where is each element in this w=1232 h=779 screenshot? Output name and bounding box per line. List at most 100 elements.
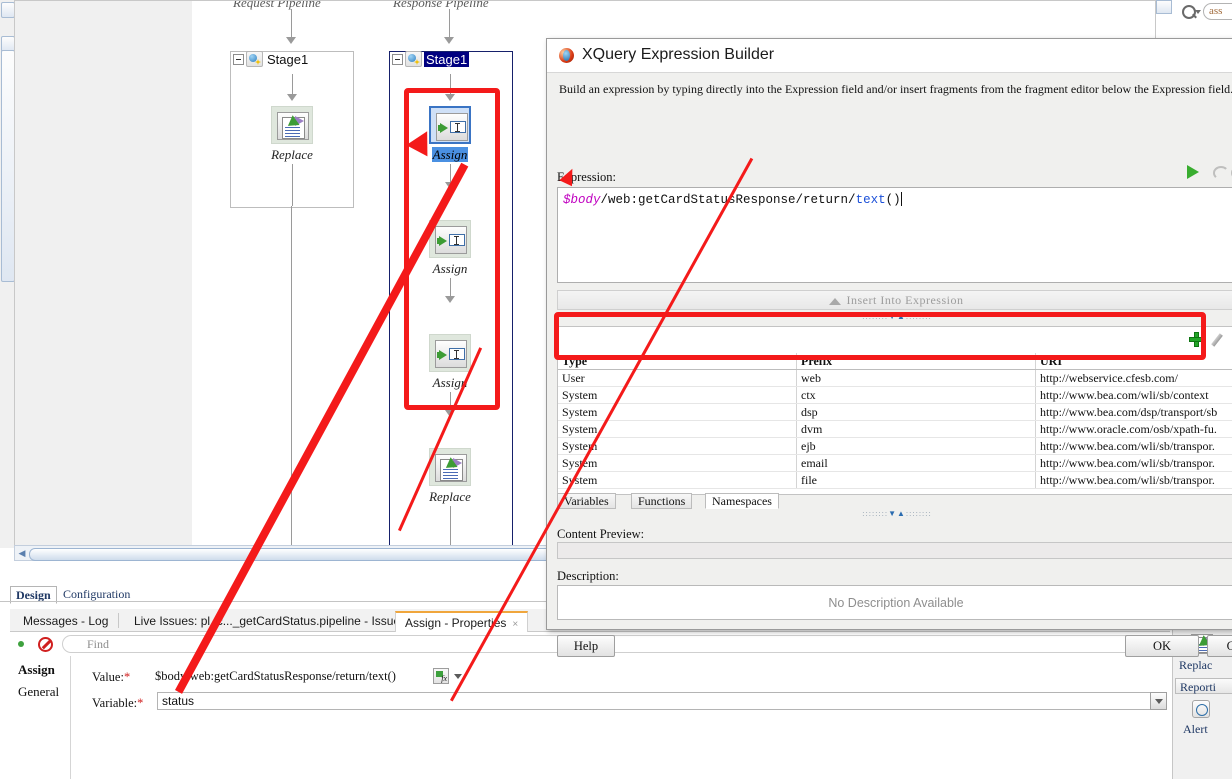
cell-prefix: ctx <box>796 386 1036 404</box>
alert-clock-icon[interactable] <box>1192 700 1210 718</box>
global-search[interactable]: ass <box>1180 2 1232 22</box>
no-entry-icon[interactable] <box>38 637 53 652</box>
cell-uri: http://www.oracle.com/osb/xpath-fu. <box>1035 420 1232 438</box>
response-connector-bottom <box>450 506 451 546</box>
chevron-up-icon <box>828 298 841 305</box>
request-pipeline-title: Request Pipeline <box>233 0 321 10</box>
cell-prefix: dsp <box>796 403 1036 421</box>
collapse-icon[interactable] <box>233 53 244 65</box>
cell-prefix: dvm <box>796 420 1036 438</box>
variable-dropdown-button[interactable] <box>1150 692 1167 710</box>
insert-into-expression-button[interactable]: Insert Into Expression <box>557 290 1232 310</box>
tab-namespaces[interactable]: Namespaces <box>705 493 779 509</box>
global-search-input[interactable]: ass <box>1203 3 1232 20</box>
expression-variable-token: $body <box>563 193 601 207</box>
stage-icon <box>405 51 422 67</box>
response-connector-top <box>449 9 450 39</box>
editor-vertical-scroll-up-button[interactable] <box>1156 0 1172 14</box>
variable-label: Variable:* <box>92 696 144 710</box>
expression-function-token: text <box>855 193 886 207</box>
table-row[interactable]: System email http://www.bea.com/wli/sb/t… <box>558 454 1232 472</box>
request-stage-connector-bottom <box>292 164 293 206</box>
table-row[interactable]: System dvm http://www.oracle.com/osb/xpa… <box>558 420 1232 438</box>
undo-icon[interactable] <box>1212 164 1229 180</box>
table-row[interactable]: System ctx http://www.bea.com/wli/sb/con… <box>558 386 1232 404</box>
content-preview-label: Content Preview: <box>557 527 645 541</box>
tab-live-issues[interactable]: Live Issues: pl_c..._getCardStatus.pipel… <box>125 611 415 631</box>
palette-section-reporting[interactable]: Reporti <box>1175 678 1232 694</box>
table-row[interactable]: System dsp http://www.bea.com/dsp/transp… <box>558 403 1232 421</box>
tab-functions[interactable]: Functions <box>631 493 693 509</box>
chevron-down-icon <box>1155 699 1163 704</box>
request-pipeline-line <box>291 206 292 546</box>
response-node-replace[interactable]: Replace <box>429 448 471 504</box>
help-button[interactable]: Help <box>557 635 615 657</box>
table-row[interactable]: System file http://www.bea.com/wli/sb/tr… <box>558 471 1232 489</box>
run-icon[interactable] <box>1187 165 1199 179</box>
expression-input[interactable]: $body/web:getCardStatusResponse/return/t… <box>557 187 1232 283</box>
namespace-table: Type Prefix URI User web http://webservi… <box>558 353 1232 489</box>
side-item-assign[interactable]: Assign <box>18 662 55 678</box>
gutter-button-top[interactable] <box>1 2 15 18</box>
request-node-replace[interactable]: Replace <box>271 106 313 162</box>
cell-uri: http://www.bea.com/wli/sb/transpor. <box>1035 454 1232 472</box>
request-node-label: Replace <box>271 147 313 162</box>
tab-assign-properties[interactable]: Assign - Properties × <box>395 611 529 634</box>
pencil-icon[interactable] <box>1212 332 1228 347</box>
description-field: No Description Available <box>557 585 1232 620</box>
cancel-button[interactable]: Cancel <box>1207 635 1232 657</box>
table-row[interactable]: User web http://webservice.cfesb.com/ <box>558 369 1232 387</box>
description-label: Description: <box>557 569 619 583</box>
gutter-scroll-thumb[interactable] <box>1 50 15 282</box>
dialog-title-bar: XQuery Expression Builder <box>547 39 1232 73</box>
splitter-handle-bottom[interactable]: ::::::::▼▲:::::::: <box>837 509 957 519</box>
tab-messages-log[interactable]: Messages - Log <box>14 611 117 631</box>
tab-separator <box>118 613 119 628</box>
collapse-icon[interactable] <box>392 53 403 65</box>
search-icon <box>1182 5 1196 19</box>
cell-uri: http://www.bea.com/wli/sb/context <box>1035 386 1232 404</box>
request-stage-label: Stage1 <box>267 51 309 67</box>
value-label: Value:* <box>92 670 131 684</box>
cell-type: System <box>558 386 797 404</box>
insert-into-expression-label: Insert Into Expression <box>846 293 964 307</box>
request-stage-connector <box>292 74 293 96</box>
cell-type: System <box>558 454 797 472</box>
editor-left-gutter <box>0 0 15 548</box>
cell-type: System <box>558 471 797 489</box>
cell-uri: http://www.bea.com/wli/sb/transpor. <box>1035 437 1232 455</box>
cell-uri: http://www.bea.com/wli/sb/transpor. <box>1035 471 1232 489</box>
cell-prefix: file <box>796 471 1036 489</box>
request-connector-top <box>291 9 292 39</box>
text-caret <box>900 192 902 206</box>
expression-toolbar <box>557 161 1232 183</box>
palette-item-alert-label: Alert <box>1183 722 1208 736</box>
ok-button[interactable]: OK <box>1125 635 1199 657</box>
expression-builder-icon[interactable]: fx <box>433 668 449 684</box>
response-pipeline-title: Response Pipeline <box>393 0 489 10</box>
cell-prefix: email <box>796 454 1036 472</box>
request-stage-arrow <box>287 94 297 101</box>
cell-uri: http://webservice.cfesb.com/ <box>1035 369 1232 387</box>
hscroll-left-button[interactable]: ◀ <box>16 548 28 559</box>
table-row[interactable]: System ejb http://www.bea.com/wli/sb/tra… <box>558 437 1232 455</box>
request-stage-box[interactable]: Stage1 Replace <box>230 51 354 208</box>
variable-input[interactable]: status <box>157 692 1167 710</box>
cell-prefix: ejb <box>796 437 1036 455</box>
replace-icon <box>277 112 309 140</box>
request-stage-header[interactable]: Stage1 <box>233 51 310 67</box>
status-dot-green-icon <box>18 641 24 647</box>
namespace-tab-bar: Variables Functions Namespaces <box>557 493 957 509</box>
response-stage-header[interactable]: Stage1 <box>392 51 470 67</box>
close-icon[interactable]: × <box>512 619 518 630</box>
expression-parens-token: () <box>885 193 901 207</box>
cell-type: System <box>558 420 797 438</box>
properties-side-nav: Assign General <box>10 656 71 779</box>
content-preview-field <box>557 542 1232 559</box>
tab-configuration[interactable]: Configuration <box>58 586 135 602</box>
request-arrow-top <box>286 37 296 44</box>
dialog-title: XQuery Expression Builder <box>582 46 775 63</box>
chevron-down-icon[interactable] <box>1195 10 1201 14</box>
cell-uri: http://www.bea.com/dsp/transport/sb <box>1035 403 1232 421</box>
side-item-general[interactable]: General <box>18 684 59 700</box>
